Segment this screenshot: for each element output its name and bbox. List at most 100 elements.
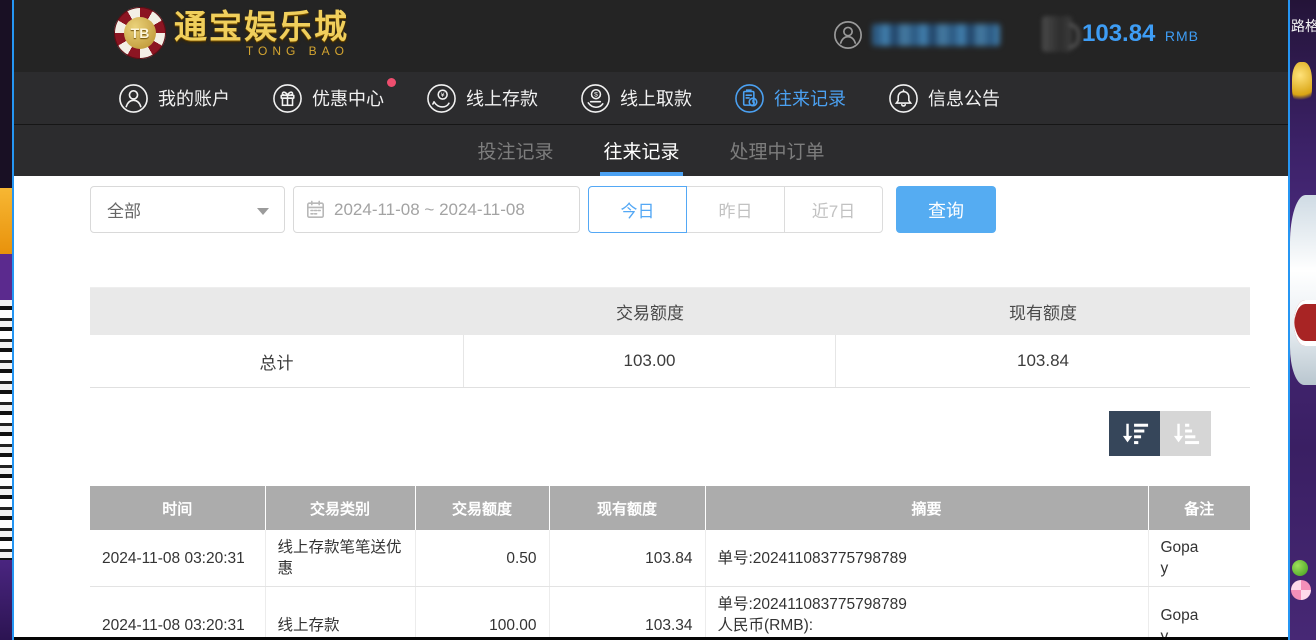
nav-item-transaction-records[interactable]: 往来记录 [734,83,846,114]
nav-label: 优惠中心 [312,85,384,111]
background-partial-text: 路格 [1291,16,1316,36]
filter-bar: 全部 2024-11-08 ~ 2024-11-08 今日 昨日 近7日 [90,186,996,233]
quick-range-group: 今日 昨日 近7日 [588,186,883,233]
cell-amount: 100.00 [415,587,549,640]
cell-time: 2024-11-08 03:20:31 [90,587,265,640]
search-button[interactable]: 查询 [896,186,996,233]
casino-chip-icon: TB [114,7,166,59]
cell-time: 2024-11-08 03:20:31 [90,530,265,587]
cell-type: 线上存款笔笔送优惠 [265,530,415,587]
category-select[interactable]: 全部 [90,186,285,233]
nav-item-deposit[interactable]: ¥ 线上存款 [426,83,538,114]
col-header-time: 时间 [90,486,265,530]
summary-total-balance: 103.84 [836,335,1250,387]
yesterday-button[interactable]: 昨日 [686,186,785,233]
category-selected-value: 全部 [107,197,141,222]
brand-wordmark: 通宝娱乐城 TONG BAO [174,10,349,57]
summary-header-empty [90,288,464,335]
summary-table: 交易额度 现有额度 总计 103.00 103.84 [90,287,1250,388]
deposit-icon: ¥ [426,83,457,114]
background-right-strip: 路格 [1290,0,1316,640]
col-header-summary: 摘要 [705,486,1148,530]
cell-amount: 0.50 [415,530,549,587]
background-shark-mouth-art [1294,300,1316,346]
last7days-button[interactable]: 近7日 [784,186,883,233]
cell-remark: Gopay [1148,587,1250,640]
brand-name-en: TONG BAO [174,45,349,57]
summary-total-label: 总计 [90,335,464,387]
summary-total-amount: 103.00 [464,335,836,387]
background-candy-art [1291,580,1311,600]
background-game-art [0,560,12,640]
notification-dot [387,78,396,87]
background-gold-art [1292,62,1312,106]
summary-header-amount: 交易额度 [464,288,836,335]
summary-header-row: 交易额度 现有额度 [90,287,1250,335]
nav-label: 线上存款 [466,85,538,111]
sort-controls [1109,411,1211,456]
svg-text:¥: ¥ [441,91,445,98]
background-qr-code-art [0,300,12,560]
cell-summary: 单号:202411083775798789 [705,530,1148,587]
record-tabs: 投注记录 往来记录 处理中订单 [14,124,1288,176]
cell-remark: Gopay [1148,530,1250,587]
table-row: 2024-11-08 03:20:31 线上存款 100.00 103.34 单… [90,587,1250,640]
sort-ascending-button[interactable] [1160,411,1211,456]
nav-label: 往来记录 [774,85,846,111]
cell-type: 线上存款 [265,587,415,640]
cell-balance: 103.84 [549,530,705,587]
nav-item-withdraw[interactable]: $ 线上取款 [580,83,692,114]
page-frame-line-right [1288,0,1290,640]
chevron-down-icon [257,208,269,215]
table-row: 2024-11-08 03:20:31 线上存款笔笔送优惠 0.50 103.8… [90,530,1250,587]
withdraw-icon: $ [580,83,611,114]
records-icon [734,83,765,114]
brand-logo[interactable]: TB 通宝娱乐城 TONG BAO [114,7,349,59]
nav-label: 我的账户 [158,85,230,111]
balance-display: 103.84 RMB [1082,20,1199,48]
date-range-input[interactable]: 2024-11-08 ~ 2024-11-08 [293,186,580,233]
chip-monogram: TB [124,17,156,49]
sort-descending-button[interactable] [1109,411,1160,456]
cell-balance: 103.34 [549,587,705,640]
calendar-icon [306,200,325,219]
col-header-type: 交易类别 [265,486,415,530]
tab-transaction-records[interactable]: 往来记录 [597,125,685,176]
nav-item-promotions[interactable]: 优惠中心 [272,83,384,114]
cell-summary: 单号:202411083775798789 人民币(RMB): 100 [705,587,1148,640]
background-shark-art [1290,195,1316,385]
page-frame-line-left [12,0,14,640]
account-icon [118,83,149,114]
sort-ascending-icon [1170,420,1202,448]
background-left-strip [0,0,12,640]
records-header-row: 时间 交易类别 交易额度 现有额度 摘要 备注 [90,486,1250,530]
col-header-amount: 交易额度 [415,486,549,530]
tab-bet-records[interactable]: 投注记录 [471,125,559,176]
tab-pending-orders[interactable]: 处理中订单 [724,125,831,176]
content-area: 全部 2024-11-08 ~ 2024-11-08 今日 昨日 近7日 [14,176,1288,640]
nav-label: 信息公告 [928,85,1000,111]
main-nav: 我的账户 优惠中心 ¥ [14,72,1288,124]
username-redacted[interactable] [872,24,1000,46]
balance-amount: 103.84 [1082,20,1155,47]
user-avatar-icon[interactable] [833,20,863,50]
background-banner-art [0,254,12,300]
background-banner-art [0,188,12,254]
col-header-remark: 备注 [1148,486,1250,530]
screen: 路格 TB 通宝娱乐城 TONG BAO [0,0,1316,640]
gift-icon [272,83,303,114]
col-header-balance: 现有额度 [549,486,705,530]
today-button[interactable]: 今日 [588,186,687,233]
summary-total-row: 总计 103.00 103.84 [90,335,1250,388]
nav-label: 线上取款 [620,85,692,111]
svg-text:$: $ [594,91,598,98]
wallet-icon-redacted[interactable] [1042,16,1072,52]
bell-icon [888,83,919,114]
nav-item-my-account[interactable]: 我的账户 [118,83,230,114]
summary-header-balance: 现有额度 [836,288,1250,335]
nav-item-announcements[interactable]: 信息公告 [888,83,1000,114]
records-table: 时间 交易类别 交易额度 现有额度 摘要 备注 2024-11-08 03:20… [90,486,1250,640]
brand-name-cn: 通宝娱乐城 [174,10,349,43]
sort-descending-icon [1119,420,1151,448]
date-range-value: 2024-11-08 ~ 2024-11-08 [334,200,525,220]
